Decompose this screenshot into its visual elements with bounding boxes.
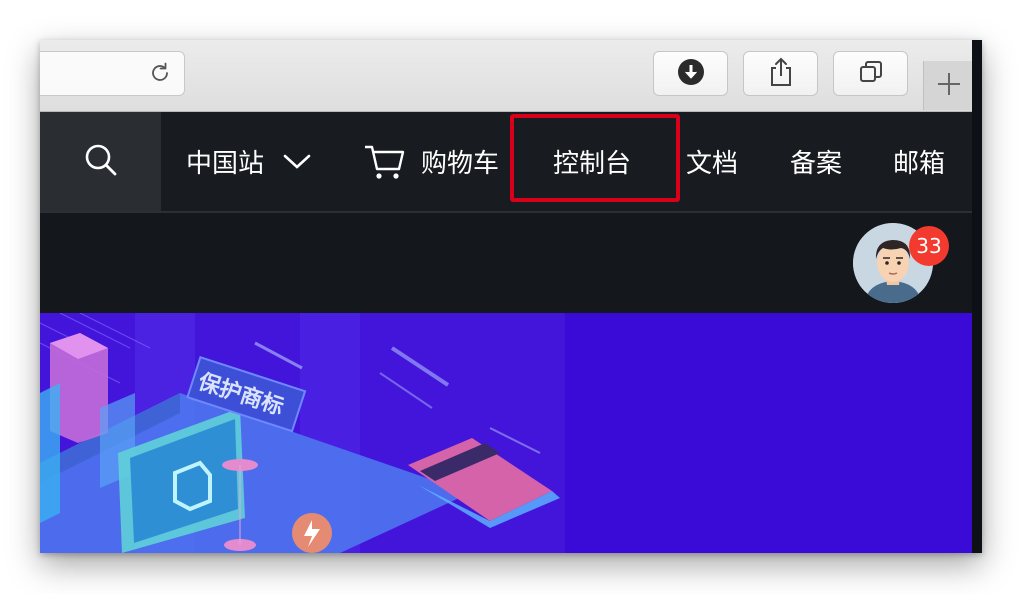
search-button[interactable] <box>40 112 161 211</box>
plus-icon <box>936 71 962 101</box>
icp-label: 备案 <box>790 149 843 179</box>
docs-label: 文档 <box>686 149 739 179</box>
icp-filing-link[interactable]: 备案 <box>790 112 842 211</box>
user-bar: 33 <box>40 213 972 313</box>
cart-link[interactable]: 购物车 <box>363 112 499 211</box>
docs-link[interactable]: 文档 <box>686 112 738 211</box>
tabs-overview-button[interactable] <box>833 51 908 96</box>
address-bar[interactable] <box>40 51 185 96</box>
cart-label: 购物车 <box>421 149 500 179</box>
region-selector[interactable]: 中国站 <box>186 112 312 211</box>
download-icon <box>677 58 705 90</box>
tabs-overview-icon <box>858 59 884 89</box>
hero-banner[interactable]: 保护商标 <box>40 313 972 553</box>
browser-toolbar <box>40 40 973 112</box>
site-nav: 中国站 购物车 控制台 文档 备案 邮箱 <box>40 112 972 213</box>
new-tab-button[interactable] <box>923 61 973 110</box>
search-icon <box>83 142 119 182</box>
reload-icon[interactable] <box>148 61 172 85</box>
cart-icon <box>363 143 405 181</box>
mail-label: 邮箱 <box>893 149 946 179</box>
chevron-down-icon <box>282 153 312 171</box>
share-icon <box>768 57 794 91</box>
share-button[interactable] <box>743 51 818 96</box>
window-edge <box>972 40 982 553</box>
region-label: 中国站 <box>186 149 265 179</box>
notification-badge: 33 <box>909 226 949 266</box>
download-button[interactable] <box>653 51 728 96</box>
browser-window: 中国站 购物车 控制台 文档 备案 邮箱 33 保护商标 <box>40 40 982 553</box>
hero-illustration: 保护商标 <box>40 313 565 553</box>
console-highlight-box <box>510 114 680 202</box>
mail-link[interactable]: 邮箱 <box>893 112 945 211</box>
